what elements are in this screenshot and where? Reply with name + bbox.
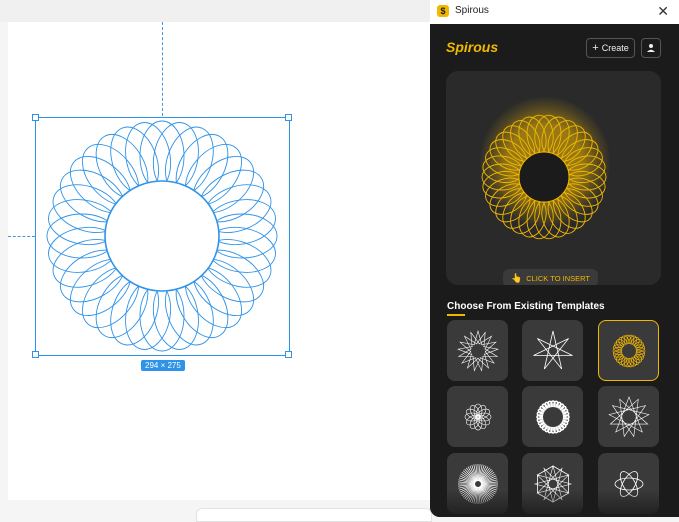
brand-logo: Spirous	[446, 39, 499, 55]
create-button-label: Create	[601, 43, 629, 53]
section-title-underline	[447, 314, 465, 316]
plugin-titlebar: $ Spirous ✕	[430, 0, 679, 24]
click-to-insert-button[interactable]: 👆 CLICK TO INSERT	[503, 269, 598, 285]
preview-spirograph[interactable]	[446, 71, 661, 285]
spiky-star-icon	[607, 395, 650, 437]
vertical-guide-line	[162, 22, 163, 116]
template-t5[interactable]	[522, 386, 583, 447]
canvas-top-strip	[0, 0, 430, 22]
plugin-panel: $ Spirous ✕ Spirous + Create 👆 CLICK TO …	[430, 0, 679, 517]
template-t4[interactable]	[447, 386, 508, 447]
bottom-toolbar[interactable]	[196, 508, 432, 522]
dense-star-spirograph-icon	[456, 329, 499, 372]
thick-ring-icon	[535, 399, 570, 434]
golden-ring-spirograph-icon	[612, 334, 645, 367]
user-icon	[647, 44, 655, 52]
app-logo-icon: $	[437, 5, 449, 17]
selection-box[interactable]	[35, 117, 290, 356]
template-t1[interactable]	[447, 320, 508, 381]
create-button[interactable]: + Create	[586, 38, 635, 58]
close-icon[interactable]: ✕	[657, 3, 669, 19]
selection-size-badge: 294 × 275	[141, 360, 185, 371]
template-t6[interactable]	[598, 386, 659, 447]
template-t3[interactable]	[598, 320, 659, 381]
insert-label: CLICK TO INSERT	[526, 273, 590, 283]
plus-icon: +	[592, 42, 599, 54]
spirograph-preview[interactable]: 👆 CLICK TO INSERT	[446, 71, 661, 285]
panel-bottom-fade	[430, 490, 679, 517]
horizontal-guide-line	[8, 236, 35, 237]
templates-section-title: Choose From Existing Templates	[447, 301, 605, 312]
template-t2[interactable]	[522, 320, 583, 381]
resize-handle-bottom-right[interactable]	[285, 351, 292, 358]
resize-handle-bottom-left[interactable]	[32, 351, 39, 358]
design-canvas[interactable]: 294 × 275	[0, 0, 432, 522]
resize-handle-top-right[interactable]	[285, 114, 292, 121]
user-button[interactable]	[641, 38, 661, 58]
resize-handle-top-left[interactable]	[32, 114, 39, 121]
window-title: Spirous	[455, 5, 489, 16]
pointer-hand-icon: 👆	[511, 272, 523, 283]
small-rosette-icon	[464, 403, 491, 430]
seven-point-star-spirograph-icon	[532, 330, 573, 369]
